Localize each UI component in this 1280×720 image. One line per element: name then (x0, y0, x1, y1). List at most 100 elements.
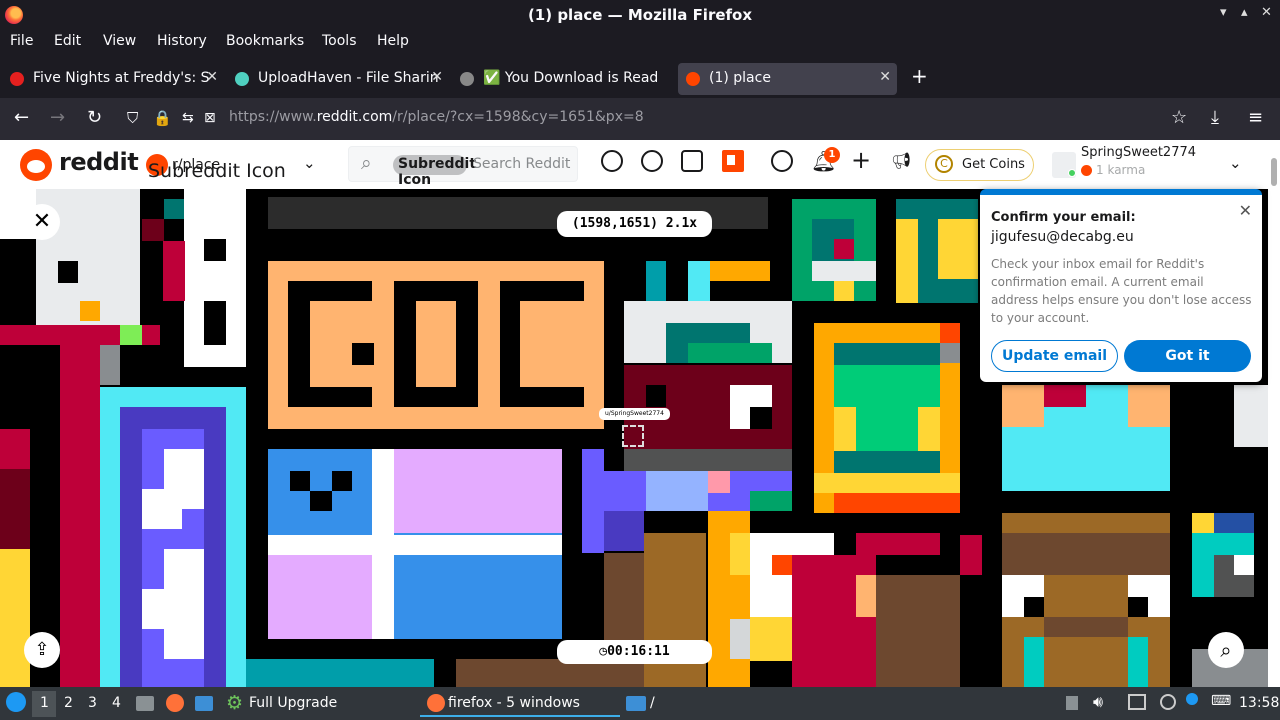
start-menu-icon[interactable] (6, 692, 26, 712)
popup-body: Check your inbox email for Reddit's conf… (991, 257, 1252, 325)
user-menu-chevron-icon[interactable]: ⌄ (1229, 154, 1242, 172)
search-box[interactable]: ⌕ Subreddit Icon Search Reddit (348, 146, 578, 188)
create-post-icon[interactable]: + (851, 146, 871, 174)
firefox-task-icon (427, 694, 445, 712)
chat-icon[interactable] (771, 150, 793, 172)
tab-strip: Five Nights at Freddy's: S ✕ UploadHaven… (0, 58, 1280, 98)
taskbar: 1 2 3 4 ⚙ Full Upgrade firefox - 5 windo… (0, 687, 1280, 720)
taskbar-app-firefox[interactable]: firefox - 5 windows (448, 695, 580, 711)
desktop-1[interactable]: 1 (40, 695, 49, 711)
bluetooth-icon[interactable] (1186, 693, 1198, 705)
reload-icon[interactable]: ↻ (87, 107, 102, 128)
clipboard-icon[interactable] (1066, 696, 1078, 710)
taskbar-app-folder[interactable]: / (650, 695, 655, 711)
reddit-wordmark[interactable]: reddit (59, 148, 139, 176)
menu-bookmarks[interactable]: Bookmarks (226, 33, 304, 49)
menu-history[interactable]: History (157, 33, 207, 49)
clock[interactable]: 13:58 (1239, 695, 1279, 711)
lock-icon[interactable]: 🔒 (153, 109, 172, 127)
get-coins-label: Get Coins (962, 157, 1025, 172)
tab-label: Five Nights at Freddy's: S (33, 70, 210, 86)
update-email-button[interactable]: Update email (991, 340, 1118, 372)
menu-view[interactable]: View (103, 33, 136, 49)
coordinates-display[interactable]: (1598,1651) 2.1x (557, 211, 712, 237)
tab-place[interactable]: (1) place ✕ (678, 63, 897, 95)
app-menu-icon[interactable]: ≡ (1248, 107, 1263, 128)
permissions-icon[interactable]: ⇆ (182, 110, 194, 126)
autoplay-blocked-icon[interactable]: ⊠ (204, 110, 216, 126)
bookmark-star-icon[interactable]: ☆ (1171, 107, 1187, 128)
live-icon[interactable] (681, 150, 703, 172)
window-titlebar: (1) place — Mozilla Firefox ▾ ▴ ✕ (0, 0, 1280, 30)
new-tab-icon[interactable]: + (911, 64, 928, 88)
tab-close-icon[interactable]: ✕ (431, 69, 443, 85)
chevron-down-icon[interactable]: ⌄ (303, 154, 316, 172)
desktop-4[interactable]: 4 (112, 695, 121, 711)
tab-favicon-icon (235, 72, 249, 86)
popular-icon[interactable] (601, 150, 623, 172)
menu-help[interactable]: Help (377, 33, 409, 49)
popup-close-icon[interactable]: ✕ (1239, 201, 1252, 220)
karma-icon (1081, 165, 1092, 176)
advertise-icon[interactable]: 📢︎ (891, 151, 911, 170)
url-bar[interactable]: https://www.reddit.com/r/place/?cx=1598&… (229, 109, 644, 125)
notification-badge: 1 (824, 147, 840, 163)
popup-email: jigufesu@decabg.eu (991, 229, 1134, 245)
share-icon[interactable]: ⇪ (24, 632, 60, 668)
zoom-search-icon[interactable]: ⌕ (1208, 632, 1244, 668)
confirm-email-popup: ✕ Confirm your email: jigufesu@decabg.eu… (980, 189, 1262, 382)
network-icon[interactable] (1160, 694, 1176, 710)
firefox-launcher-icon[interactable] (166, 694, 184, 712)
clock-icon: ◷ (599, 644, 608, 659)
close-place-icon[interactable]: ✕ (24, 204, 60, 240)
desktop-3[interactable]: 3 (88, 695, 97, 711)
tab-favicon-icon (10, 72, 24, 86)
menu-tools[interactable]: Tools (322, 33, 357, 49)
tab-download[interactable]: ✅ You Download is Read (452, 63, 674, 95)
get-coins-button[interactable]: C Get Coins (925, 149, 1034, 181)
taskbar-app-upgrade[interactable]: Full Upgrade (249, 695, 337, 711)
username[interactable]: SpringSweet2774 (1081, 145, 1196, 160)
place-icon[interactable] (722, 150, 744, 172)
page-scrollbar[interactable] (1268, 140, 1280, 687)
tab-close-icon[interactable]: ✕ (879, 69, 891, 85)
tab-favicon-icon (460, 72, 474, 86)
forward-icon[interactable]: → (50, 107, 65, 128)
shield-icon[interactable]: ⛉ (127, 109, 138, 127)
got-it-button[interactable]: Got it (1124, 340, 1251, 372)
tab-close-icon[interactable]: ✕ (206, 69, 218, 85)
menu-file[interactable]: File (10, 33, 33, 49)
terminal-icon[interactable] (195, 696, 213, 711)
close-window-icon[interactable]: ✕ (1261, 5, 1272, 20)
tab-uploadhaven[interactable]: UploadHaven - File Sharin ✕ (227, 63, 449, 95)
popup-heading: Confirm your email: (991, 210, 1136, 225)
tab-fnaf[interactable]: Five Nights at Freddy's: S ✕ (2, 63, 224, 95)
keyboard-icon[interactable]: ⌨ (1211, 693, 1231, 709)
maximize-icon[interactable]: ▴ (1241, 5, 1248, 20)
gear-icon: ⚙ (226, 692, 244, 714)
minimize-icon[interactable]: ▾ (1220, 5, 1227, 20)
tab-label: ✅ You Download is Read (483, 70, 659, 86)
avatar[interactable] (1052, 152, 1076, 178)
community-name[interactable]: r/place (172, 157, 220, 173)
search-icon: ⌕ (361, 152, 372, 174)
cursor-username-label: u/SpringSweet2774 (599, 408, 670, 420)
menu-edit[interactable]: Edit (54, 33, 81, 49)
karma: 1 karma (1081, 163, 1145, 177)
volume-icon[interactable]: 🔊︎ (1093, 692, 1103, 712)
pixel-cursor[interactable] (622, 425, 644, 447)
search-placeholder: Search Reddit (473, 156, 571, 172)
back-icon[interactable]: ← (14, 107, 29, 128)
coins-icon[interactable] (641, 150, 663, 172)
folder-icon (626, 696, 646, 711)
window-title: (1) place — Mozilla Firefox (527, 6, 753, 24)
file-manager-icon[interactable] (136, 696, 154, 711)
tab-favicon-icon (686, 72, 700, 86)
reddit-logo-icon[interactable] (20, 149, 52, 181)
tab-label: (1) place (709, 70, 771, 86)
cooldown-timer: ◷00:16:11 (557, 640, 712, 664)
downloads-icon[interactable]: ⤓ (1211, 107, 1219, 128)
update-notifier-icon[interactable] (1128, 694, 1146, 710)
reddit-header: reddit Subreddit Icon r/place ⌄ ⌕ Subred… (0, 140, 1280, 189)
desktop-2[interactable]: 2 (64, 695, 73, 711)
